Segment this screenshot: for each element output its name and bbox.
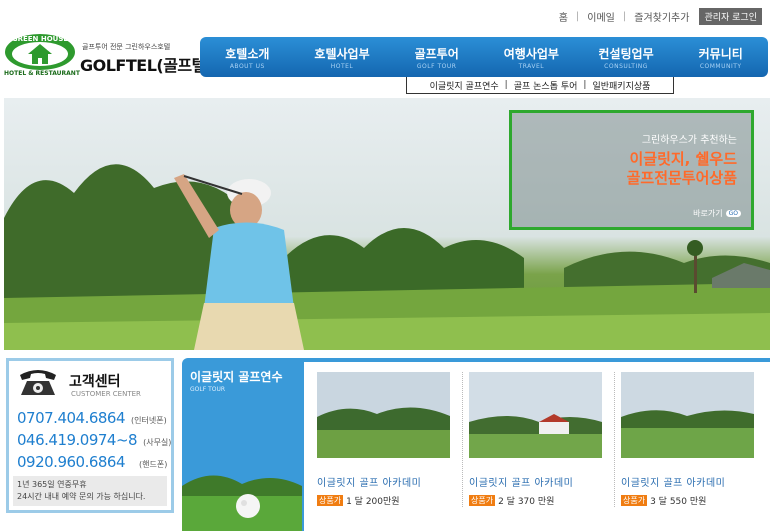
divider	[614, 372, 615, 507]
product-price: 상품가 2 달 370 만원	[469, 494, 605, 507]
nav-label: 여행사업부	[503, 47, 559, 61]
divider: |	[504, 80, 508, 90]
subnav-eagleridge[interactable]: 이글릿지 골프연수	[427, 79, 502, 92]
nav-sublabel: CONSULTING	[604, 63, 648, 70]
home-link[interactable]: 홈	[559, 9, 568, 24]
phone-office: 046.419.0974~8 (사무실)	[17, 431, 171, 449]
customer-center-title: 고객센터	[69, 374, 121, 390]
phone-tag: (사무실)	[143, 438, 172, 447]
utility-bar: 홈 | 이메일 | 즐겨찾기추가 관리자 로그인	[559, 8, 762, 25]
phone-tag: (인터넷폰)	[131, 416, 167, 425]
nav-item-consulting[interactable]: 컨설팅업무 CONSULTING	[579, 37, 674, 77]
nav-item-hotel[interactable]: 호텔사업부 HOTEL	[295, 37, 390, 77]
phone-mobile: 0920.960.6864 (핸드폰)	[17, 453, 167, 471]
golf-ball-image	[182, 475, 302, 531]
product-panel: 이글릿지 골프 아카데미 상품가 1 달 200만원 이글릿지 골프 아카데미 …	[304, 362, 770, 531]
customer-center-note: 1년 365일 연중무휴 24시간 내내 예약 문의 가능 하십니다.	[13, 476, 167, 506]
product-card[interactable]: 이글릿지 골프 아카데미 상품가 2 달 370 만원	[469, 372, 615, 507]
nav-label: 호텔소개	[225, 47, 270, 61]
nav-item-community[interactable]: 커뮤니티 COMMUNITY	[673, 37, 768, 77]
phone-number: 046.419.0974~8	[17, 431, 138, 449]
nav-sublabel: ABOUT US	[229, 63, 265, 70]
course-photo	[621, 372, 754, 458]
emblem-text: GREEN HOUSE	[12, 35, 69, 43]
divider: |	[583, 80, 587, 90]
phone-number: 0707.404.6864	[17, 409, 126, 427]
main-nav: 호텔소개 ABOUT US 호텔사업부 HOTEL 골프투어 GOLF TOUR…	[200, 37, 768, 77]
telephone-icon	[20, 370, 56, 395]
subnav-nonstop[interactable]: 골프 논스톱 투어	[511, 79, 581, 92]
product-name: 이글릿지 골프 아카데미	[317, 478, 422, 489]
eagleridge-training-section: 이글릿지 골프연수 GOLF TOUR 이글릿지 골프 아카데미 상품가 1 달…	[182, 358, 770, 531]
note-line: 1년 365일 연중무휴	[17, 480, 87, 489]
admin-login-button[interactable]: 관리자 로그인	[699, 8, 762, 25]
promo-line2: 이글릿지, 쉘우드	[629, 150, 737, 168]
nav-sublabel: COMMUNITY	[699, 63, 742, 70]
nav-label: 컨설팅업무	[598, 47, 654, 61]
golf-tour-subnav: 이글릿지 골프연수 | 골프 논스톱 투어 | 일반패키지상품	[406, 77, 674, 94]
price-flag: 상품가	[317, 495, 344, 506]
promo-go-label: 바로가기	[693, 209, 723, 218]
promo-go-button[interactable]: 바로가기 GO	[693, 208, 741, 219]
email-link[interactable]: 이메일	[587, 9, 615, 24]
nav-label: 호텔사업부	[314, 47, 370, 61]
promo-line1: 그린하우스가 추천하는	[641, 135, 737, 146]
section-subtitle: GOLF TOUR	[190, 386, 226, 393]
customer-center: 고객센터 CUSTOMER CENTER 0707.404.6864 (인터넷폰)…	[6, 358, 174, 513]
nav-label: 커뮤니티	[698, 47, 743, 61]
product-card[interactable]: 이글릿지 골프 아카데미 상품가 1 달 200만원	[317, 372, 463, 507]
promo-line3: 골프전문투어상품	[626, 169, 737, 187]
product-price: 상품가 1 달 200만원	[317, 494, 453, 507]
product-price: 상품가 3 달 550 만원	[621, 494, 757, 507]
price-value: 2 달 370 만원	[498, 497, 555, 507]
price-flag: 상품가	[469, 495, 496, 506]
nav-sublabel: GOLF TOUR	[416, 63, 457, 70]
nav-item-travel[interactable]: 여행사업부 TRAVEL	[484, 37, 579, 77]
phone-tag: (핸드폰)	[139, 460, 168, 469]
site-logo[interactable]: GREEN HOUSE 골프투어 전문 그린하우스호텔 GOLFTEL(골프텔)…	[4, 30, 213, 78]
nav-item-golf-tour[interactable]: 골프투어 GOLF TOUR	[389, 37, 484, 77]
promo-box[interactable]: 그린하우스가 추천하는 이글릿지, 쉘우드 골프전문투어상품 바로가기 GO	[509, 110, 754, 230]
divider	[462, 372, 463, 507]
price-value: 3 달 550 만원	[650, 497, 707, 507]
note-line: 24시간 내내 예약 문의 가능 하십니다.	[17, 492, 146, 501]
product-card[interactable]: 이글릿지 골프 아카데미 상품가 3 달 550 만원	[621, 372, 757, 507]
divider: |	[575, 11, 580, 22]
logo-tagline: 골프투어 전문 그린하우스호텔	[82, 43, 171, 51]
phone-number: 0920.960.6864	[17, 453, 126, 471]
product-name: 이글릿지 골프 아카데미	[621, 478, 726, 489]
section-title: 이글릿지 골프연수	[190, 370, 283, 384]
promo-headline: 이글릿지, 쉘우드 골프전문투어상품	[627, 150, 737, 188]
logo-hotel-text: HOTEL & RESTAURANT	[4, 70, 80, 77]
price-value: 1 달 200만원	[346, 497, 400, 507]
customer-center-subtitle: CUSTOMER CENTER	[71, 390, 141, 398]
phone-internet: 0707.404.6864 (인터넷폰)	[17, 409, 167, 427]
nav-sublabel: TRAVEL	[518, 63, 545, 70]
bookmark-link[interactable]: 즐겨찾기추가	[634, 9, 689, 24]
subnav-package[interactable]: 일반패키지상품	[589, 79, 653, 92]
course-photo	[469, 372, 602, 458]
nav-sublabel: HOTEL	[330, 63, 354, 70]
nav-label: 골프투어	[414, 47, 459, 61]
divider: |	[622, 11, 627, 22]
nav-item-about[interactable]: 호텔소개 ABOUT US	[200, 37, 295, 77]
course-photo	[317, 372, 450, 458]
product-name: 이글릿지 골프 아카데미	[469, 478, 574, 489]
logo-brand: GOLFTEL(골프텔)	[80, 56, 213, 75]
go-icon: GO	[725, 210, 741, 217]
price-flag: 상품가	[621, 495, 648, 506]
